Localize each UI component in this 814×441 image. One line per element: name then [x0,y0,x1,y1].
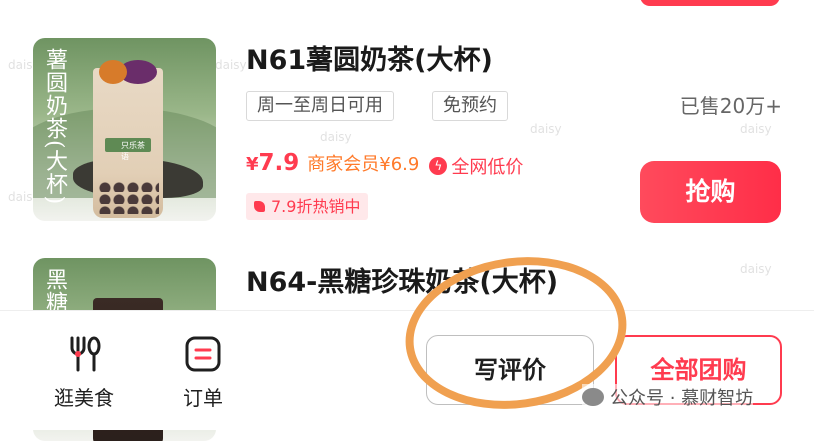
product-title[interactable]: N64-黑糖珍珠奶茶(大杯) [246,260,558,299]
nav-browse-food[interactable]: 逛美食 [44,334,124,411]
lowest-price-text: 全网低价 [451,157,524,178]
milk-tea-cup: 只乐茶语 [93,60,163,218]
product-title[interactable]: N61薯圆奶茶(大杯) [246,38,493,77]
lightning-icon: ϟ [429,157,448,175]
footer-watermark-text: 公众号 · 慕财智坊 [610,388,754,409]
hot-sale-text: 7.9折热销中 [271,197,361,216]
nav-browse-food-label: 逛美食 [54,386,114,410]
watermark-text: daisy [740,262,772,276]
footer-watermark: 公众号 · 慕财智坊 [582,384,754,410]
image-caption: 薯圆奶茶(大杯) [42,48,67,206]
hot-sale-badge: 7.9折热销中 [246,193,369,220]
price-symbol: ¥ [246,154,259,175]
previous-buy-button-edge[interactable] [640,0,780,6]
buy-button[interactable]: 抢购 [640,161,781,223]
tag-no-reservation: 免预约 [432,91,508,121]
tag-availability: 周一至周日可用 [246,91,394,121]
member-price: 商家会员¥6.9 [307,154,420,175]
watermark-text: daisy [215,58,247,72]
cup-topping-orange [99,60,127,84]
cup-pearls [97,180,159,214]
price-row: ¥7.9 商家会员¥6.9 ϟ 全网低价 [246,150,523,179]
write-review-button[interactable]: 写评价 [426,335,594,405]
sold-count: 已售20万+ [679,94,782,118]
watermark-text: daisy [740,122,772,136]
cup-label: 只乐茶语 [105,138,151,161]
watermark-text: daisy [320,130,352,144]
order-list-icon [163,334,243,374]
watermark-text: daisy [530,122,562,136]
price-value: 7.9 [258,150,300,176]
tag-icon [254,201,265,212]
nav-orders[interactable]: 订单 [163,334,243,411]
lowest-price-label: ϟ 全网低价 [429,153,523,179]
fork-spoon-icon [44,334,124,374]
wechat-icon [582,388,604,406]
price: ¥7.9 [246,150,299,176]
cup-logo-text: 只乐茶语 [121,141,145,161]
product-image[interactable]: 薯圆奶茶(大杯) 只乐茶语 [33,38,216,221]
nav-orders-label: 订单 [183,386,223,410]
